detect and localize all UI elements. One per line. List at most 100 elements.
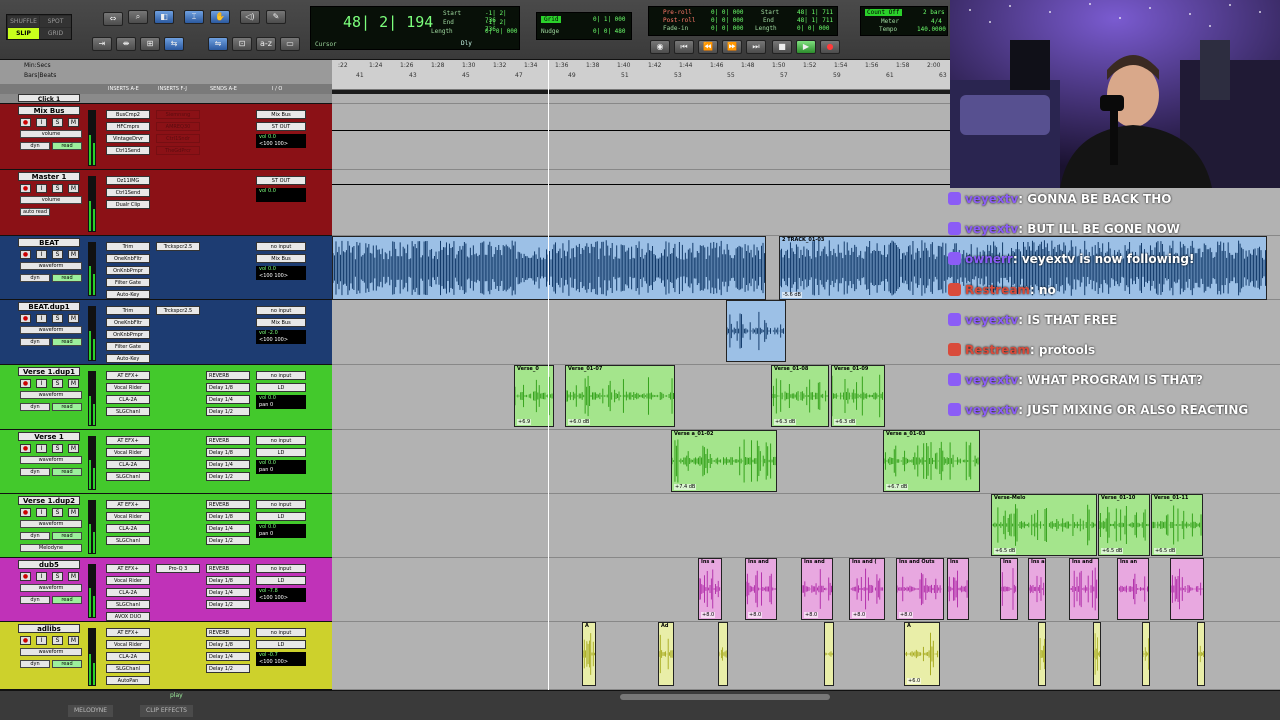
track-lane[interactable]: A Ad A +6.0: [332, 622, 1280, 690]
audio-clip[interactable]: Ins and: [1028, 558, 1046, 620]
insert-slot[interactable]: AT EFX+: [106, 628, 150, 637]
insert-slot[interactable]: Trim: [106, 306, 150, 315]
insert-slot[interactable]: Filter Gate: [106, 278, 150, 287]
insert-slot[interactable]: CLA-2A: [106, 652, 150, 661]
record-enable-button[interactable]: ●: [20, 636, 31, 645]
input-monitor-button[interactable]: I: [36, 444, 47, 453]
audio-clip[interactable]: Ins and +8.0: [745, 558, 777, 620]
insert-slot[interactable]: Vocal Rider: [106, 448, 150, 457]
automation-mode[interactable]: read: [52, 403, 82, 411]
record-enable-button[interactable]: ●: [20, 250, 31, 259]
send-slot[interactable]: REVERB: [206, 371, 250, 380]
audio-clip[interactable]: [726, 300, 786, 362]
volume-pan-display[interactable]: vol -2.0 <100 100>: [256, 330, 306, 344]
track-header[interactable]: Master 1 ● I S Mvolume auto read Oz11IMG Ctrl1S…: [0, 170, 332, 236]
input-selector[interactable]: no input: [256, 371, 306, 380]
track-view-selector[interactable]: waveform: [20, 648, 82, 656]
zoom-toggle-icon[interactable]: ⇔: [103, 12, 123, 26]
insert-slot[interactable]: Auto-Key: [106, 354, 150, 363]
volume-value[interactable]: vol 0.0: [259, 266, 306, 273]
insert-slot[interactable]: CLA-2A: [106, 460, 150, 469]
volume-value[interactable]: vol 0.0: [259, 524, 306, 531]
mute-button[interactable]: M: [68, 572, 79, 581]
input-monitor-button[interactable]: I: [36, 118, 47, 127]
send-slot[interactable]: Delay 1/4: [206, 524, 250, 533]
fadein-value[interactable]: 0| 0| 000: [711, 25, 744, 32]
track-view-selector[interactable]: waveform: [20, 520, 82, 528]
grabber-tool-icon[interactable]: ✋: [210, 10, 230, 24]
volume-value[interactable]: vol -2.0: [259, 330, 306, 337]
go-to-end-icon[interactable]: ⏭: [746, 40, 766, 54]
mode-shuffle[interactable]: SHUFFLE: [8, 16, 39, 27]
audio-clip-gain[interactable]: +8.0: [701, 612, 716, 618]
audio-clip-gain[interactable]: +8.0: [748, 612, 763, 618]
send-slot[interactable]: Delay 1/4: [206, 395, 250, 404]
scrubber-tool-icon[interactable]: ◁): [240, 10, 260, 24]
insert-slot-inactive[interactable]: TheGdPrcr: [156, 146, 200, 155]
insertion-follows-icon[interactable]: ⇋: [208, 37, 228, 51]
output-selector[interactable]: ST OUT: [256, 122, 306, 131]
mode-slip[interactable]: SLIP: [8, 28, 39, 39]
tab-clip-effects[interactable]: CLIP EFFECTS: [140, 705, 193, 717]
output-selector[interactable]: LD: [256, 512, 306, 521]
grid-label[interactable]: Grid: [541, 16, 562, 23]
send-slot[interactable]: Delay 1/2: [206, 472, 250, 481]
send-slot[interactable]: Delay 1/2: [206, 600, 250, 609]
audio-clip[interactable]: [1142, 622, 1150, 686]
preroll-label[interactable]: Pre-roll: [663, 9, 692, 16]
track-header[interactable]: Click 1: [0, 94, 332, 104]
pan-value[interactable]: <100 100>: [259, 141, 306, 148]
audio-clip[interactable]: Ins and (+8.0: [849, 558, 885, 620]
postroll-value[interactable]: 0| 0| 000: [711, 17, 744, 24]
input-selector[interactable]: no input: [256, 500, 306, 509]
mute-button[interactable]: M: [68, 250, 79, 259]
mute-button[interactable]: M: [68, 508, 79, 517]
nudge-label[interactable]: Nudge: [541, 28, 559, 35]
volume-pan-display[interactable]: vol 0.0 pan 0: [256, 460, 306, 474]
volume-value[interactable]: vol -0.7: [259, 652, 306, 659]
record-enable-button[interactable]: ●: [20, 444, 31, 453]
send-slot[interactable]: Delay 1/8: [206, 512, 250, 521]
audio-clip-gain[interactable]: +6.3 dB: [834, 419, 857, 425]
insert-slot[interactable]: Vocal Rider: [106, 512, 150, 521]
record-enable-button[interactable]: ●: [20, 314, 31, 323]
timebase-selector[interactable]: dyn: [20, 403, 50, 411]
insert-slot[interactable]: AT EFX+: [106, 371, 150, 380]
send-slot[interactable]: Delay 1/4: [206, 652, 250, 661]
automation-mode[interactable]: read: [52, 660, 82, 668]
audio-clip-gain[interactable]: +6.5 dB: [1101, 548, 1124, 554]
pan-value[interactable]: pan 0: [259, 467, 306, 474]
record-icon[interactable]: ●: [820, 40, 840, 54]
output-selector[interactable]: LD: [256, 576, 306, 585]
pan-value[interactable]: <100 100>: [259, 273, 306, 280]
audio-clip[interactable]: Ins: [1000, 558, 1018, 620]
insert-slot[interactable]: SLGChanl: [106, 472, 150, 481]
timebase-selector[interactable]: dyn: [20, 274, 50, 282]
audio-clip[interactable]: Verse_01-10 +6.5 dB: [1098, 494, 1150, 556]
input-monitor-button[interactable]: I: [36, 508, 47, 517]
insert-slot[interactable]: OneKnbFltr: [106, 318, 150, 327]
audio-clip[interactable]: A: [582, 622, 596, 686]
timebase-selector[interactable]: dyn: [20, 338, 50, 346]
volume-pan-display[interactable]: vol -7.8 <100 100>: [256, 588, 306, 602]
input-monitor-button[interactable]: I: [36, 314, 47, 323]
fast-forward-icon[interactable]: ⏩: [722, 40, 742, 54]
track-name[interactable]: adlibs: [18, 624, 80, 633]
automation-mode[interactable]: read: [52, 274, 82, 282]
mode-spot[interactable]: SPOT: [40, 16, 71, 27]
send-slot[interactable]: Delay 1/8: [206, 576, 250, 585]
count-off-label[interactable]: Count Off: [865, 9, 902, 16]
audio-clip-gain[interactable]: +8.0: [852, 612, 867, 618]
input-selector[interactable]: no input: [256, 564, 306, 573]
mute-button[interactable]: M: [68, 314, 79, 323]
audio-clip-gain[interactable]: +6.5 dB: [994, 548, 1017, 554]
tr-length-value[interactable]: 0| 0| 000: [797, 25, 830, 32]
insert-slot[interactable]: Oz11IMG: [106, 176, 150, 185]
volume-pan-display[interactable]: vol 0.0 <100 100>: [256, 134, 306, 148]
track-header[interactable]: Verse 1 ● I S Mwaveform dyn read AT EFX+ Vocal R…: [0, 430, 332, 494]
input-selector[interactable]: no input: [256, 242, 306, 251]
track-view-selector[interactable]: waveform: [20, 584, 82, 592]
postroll-label[interactable]: Post-roll: [663, 17, 696, 24]
track-name[interactable]: Verse 1: [18, 432, 80, 441]
track-header[interactable]: BEAT.dup1 ● I S Mwaveform dyn read Trim OneKnbFl…: [0, 300, 332, 365]
